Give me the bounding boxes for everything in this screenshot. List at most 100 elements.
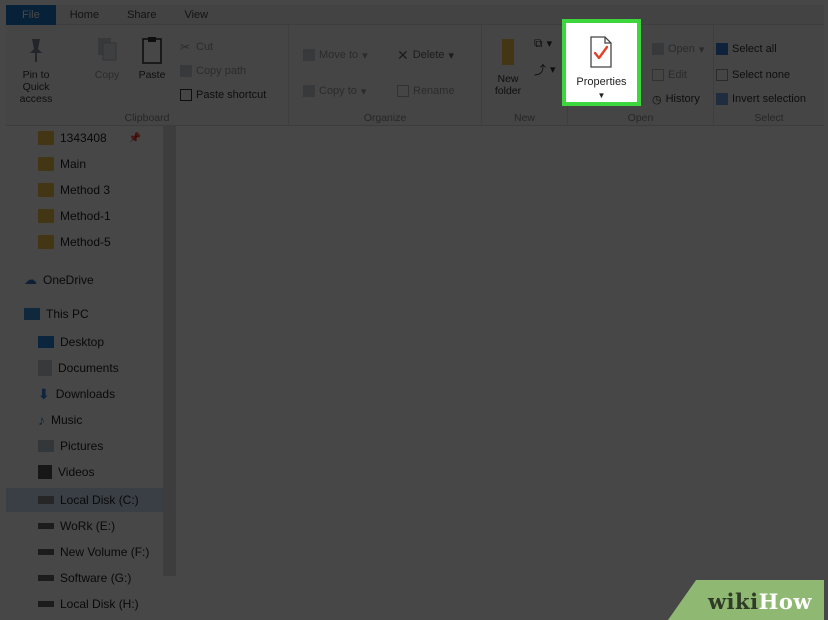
rename-button[interactable]: Rename [397, 83, 455, 99]
cut-label: Cut [196, 41, 214, 53]
nav-item-label: Pictures [60, 439, 104, 453]
pin-icon[interactable]: 📌 [129, 133, 141, 144]
nav-item-drive-f[interactable]: New Volume (F:) [6, 540, 163, 564]
chevron-down-icon: ▾ [550, 63, 556, 76]
nav-item-videos[interactable]: Videos [6, 460, 163, 484]
tab-file[interactable]: File [6, 5, 56, 25]
nav-item-onedrive[interactable]: ☁ OneDrive [6, 268, 163, 292]
chevron-down-icon: ▼ [597, 91, 606, 100]
open-icon [652, 43, 664, 55]
select-all-icon [716, 43, 728, 55]
pin-to-quick-access-button[interactable]: Pin to Quick access [8, 35, 64, 105]
nav-item-label: Method-5 [60, 235, 111, 249]
new-item-button[interactable]: ⧉ ▾ [534, 35, 552, 51]
nav-item-this-pc[interactable]: This PC [6, 302, 163, 326]
nav-item-label: Main [60, 157, 87, 171]
copy-path-button[interactable]: Copy path [180, 63, 246, 79]
properties-button[interactable]: Properties ▼ [562, 19, 641, 106]
clipboard-group-label: Clipboard [124, 112, 170, 124]
tab-share[interactable]: Share [113, 5, 170, 25]
nav-item-desktop[interactable]: Desktop [6, 330, 163, 354]
chevron-down-icon: ▾ [546, 37, 553, 50]
drive-icon [38, 496, 54, 504]
nav-item-quick-4[interactable]: Method-1 [6, 204, 163, 228]
delete-button[interactable]: ✕ Delete ▾ [397, 47, 454, 63]
chevron-down-icon: ▾ [362, 49, 368, 62]
music-note-icon: ♪ [38, 412, 45, 428]
paste-button[interactable]: Paste [132, 35, 172, 81]
nav-item-quick-2[interactable]: Main [6, 152, 163, 176]
select-none-label: Select none [732, 69, 791, 81]
edit-icon [652, 69, 664, 81]
move-to-button[interactable]: Move to ▾ [303, 47, 368, 63]
nav-item-label: Method 3 [60, 183, 111, 197]
nav-item-drive-h[interactable]: Local Disk (H:) [6, 592, 163, 616]
open-group-label: Open [627, 112, 654, 124]
select-none-button[interactable]: Select none [716, 67, 790, 83]
nav-item-quick-5[interactable]: Method-5 [6, 230, 163, 254]
nav-item-drive-c[interactable]: Local Disk (C:) [6, 488, 163, 512]
paste-shortcut-button[interactable]: Paste shortcut [180, 87, 266, 103]
history-button[interactable]: ◷ History [652, 91, 700, 107]
copy-path-label: Copy path [196, 65, 247, 77]
cut-button[interactable]: ✂ Cut [180, 39, 213, 55]
nav-item-quick-3[interactable]: Method 3 [6, 178, 163, 202]
nav-item-downloads[interactable]: ⬇ Downloads [6, 382, 163, 406]
open-button[interactable]: Open ▾ [652, 41, 704, 57]
ribbon-tabs: File Home Share View [6, 5, 824, 25]
new-group: New folder ⧉ ▾ ⤴ ▾ New [482, 25, 568, 126]
pin-label: Pin to Quick access [19, 69, 53, 105]
edit-label: Edit [668, 69, 687, 81]
copy-to-button[interactable]: Copy to ▾ [303, 83, 366, 99]
new-folder-icon [502, 39, 514, 65]
chevron-down-icon: ▾ [698, 43, 705, 56]
select-all-button[interactable]: Select all [716, 41, 777, 57]
scissors-icon: ✂ [180, 40, 191, 54]
move-to-label: Move to [319, 49, 359, 61]
drive-icon [38, 549, 54, 555]
file-list-area[interactable] [176, 126, 824, 620]
cloud-icon: ☁ [24, 272, 37, 287]
new-group-label: New [513, 112, 535, 124]
properties-checkmark-icon [590, 36, 612, 68]
organize-group: Move to ▾ ✕ Delete ▾ Copy to ▾ Rename Organ… [289, 25, 482, 126]
nav-item-label: OneDrive [43, 273, 94, 287]
wikihow-watermark: wikiHow [668, 580, 824, 620]
drive-icon [38, 601, 54, 607]
invert-selection-label: Invert selection [732, 93, 806, 105]
easy-access-icon: ⤴ [534, 62, 547, 77]
nav-item-documents[interactable]: Documents [6, 356, 163, 380]
paste-shortcut-label: Paste shortcut [196, 89, 267, 101]
pictures-icon [38, 440, 54, 452]
invert-selection-button[interactable]: Invert selection [716, 91, 806, 107]
nav-item-label: 1343408 [60, 131, 107, 145]
copy-button[interactable]: Copy [90, 35, 124, 81]
tab-view[interactable]: View [170, 5, 222, 25]
file-explorer-window: File Home Share View Pin to Quick access… [6, 5, 824, 620]
folder-icon [38, 209, 54, 223]
nav-item-quick-1[interactable]: 1343408 📌 [6, 126, 163, 150]
nav-item-drive-g[interactable]: Software (G:) [6, 566, 163, 590]
nav-item-music[interactable]: ♪ Music [6, 408, 163, 432]
rename-icon [397, 85, 409, 97]
new-folder-button[interactable]: New folder [484, 35, 532, 97]
copy-to-icon [303, 85, 315, 97]
nav-scrollbar[interactable] [163, 126, 176, 576]
edit-button[interactable]: Edit [652, 67, 687, 83]
computer-icon [24, 308, 40, 320]
paste-label: Paste [138, 69, 166, 81]
easy-access-button[interactable]: ⤴ ▾ [534, 61, 556, 77]
nav-item-label: This PC [46, 307, 89, 321]
nav-item-pictures[interactable]: Pictures [6, 434, 163, 458]
copy-to-label: Copy to [319, 85, 357, 97]
select-group-label: Select [754, 112, 784, 124]
copy-icon [98, 38, 117, 61]
tab-home[interactable]: Home [56, 5, 113, 25]
nav-item-drive-e[interactable]: WoRk (E:) [6, 514, 163, 538]
ribbon: Pin to Quick access Copy Paste ✂ Cut Cop… [6, 25, 824, 126]
invert-selection-icon [716, 93, 728, 105]
nav-item-label: Method-1 [60, 209, 111, 223]
chevron-down-icon: ▾ [448, 49, 455, 62]
download-arrow-icon: ⬇ [38, 385, 50, 402]
nav-item-label: Local Disk (H:) [60, 597, 139, 611]
